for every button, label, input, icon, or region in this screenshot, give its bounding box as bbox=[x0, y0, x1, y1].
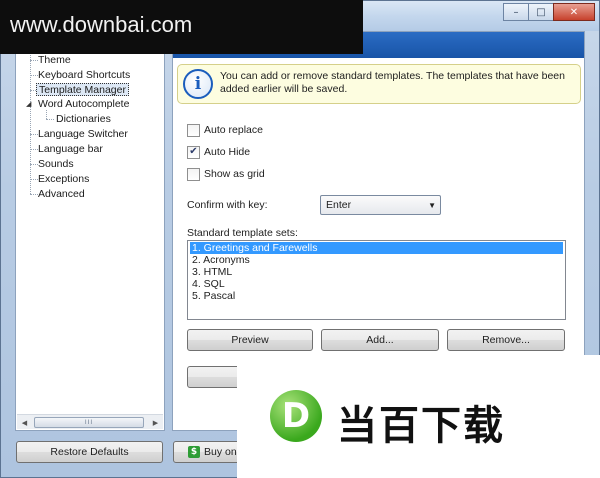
confirm-key-label: Confirm with key: bbox=[187, 199, 268, 211]
tree-connector bbox=[46, 110, 47, 119]
watermark-url: www.downbai.com bbox=[10, 12, 193, 37]
list-item[interactable]: 4. SQL bbox=[190, 278, 563, 290]
confirm-key-select[interactable]: Enter ▼ bbox=[320, 195, 441, 215]
dollar-icon: $ bbox=[188, 446, 200, 458]
info-icon: i bbox=[183, 69, 213, 99]
tree-connector bbox=[46, 119, 54, 120]
tree-item-word-autocomplete[interactable]: Word Autocomplete bbox=[38, 98, 129, 111]
info-box: i You can add or remove standard templat… bbox=[177, 64, 581, 104]
tree-connector bbox=[30, 149, 38, 150]
watermark-logo-area: D 当百下载 bbox=[237, 355, 600, 478]
minimize-button[interactable]: – bbox=[503, 3, 529, 21]
close-button[interactable]: ✕ bbox=[553, 3, 595, 21]
auto-replace-checkbox[interactable] bbox=[187, 123, 200, 137]
tree-item-exceptions[interactable]: Exceptions bbox=[38, 173, 89, 186]
list-item[interactable]: 2. Acronyms bbox=[190, 254, 563, 266]
brand-logo-letter: D bbox=[281, 396, 311, 436]
list-item[interactable]: 3. HTML bbox=[190, 266, 563, 278]
add-button[interactable]: Add... bbox=[321, 329, 439, 351]
show-as-grid-checkbox[interactable] bbox=[187, 167, 200, 181]
tree-connector bbox=[30, 32, 31, 194]
restore-defaults-button[interactable]: Restore Defaults bbox=[16, 441, 163, 463]
auto-replace-option[interactable]: Auto replace bbox=[187, 123, 263, 137]
tree-item-template-manager[interactable]: Template Manager bbox=[36, 83, 129, 96]
tree-connector bbox=[30, 60, 38, 61]
auto-replace-label: Auto replace bbox=[204, 124, 263, 136]
info-text: You can add or remove standard templates… bbox=[220, 70, 565, 95]
tree-horizontal-scrollbar[interactable]: ◀ III ▶ bbox=[17, 414, 163, 429]
tree-item-advanced[interactable]: Advanced bbox=[38, 188, 85, 201]
auto-hide-checkbox[interactable]: ✔ bbox=[187, 145, 200, 159]
preview-button[interactable]: Preview bbox=[187, 329, 313, 351]
show-as-grid-label: Show as grid bbox=[204, 168, 265, 180]
buy-online-label: Buy onli bbox=[204, 446, 242, 458]
tree-item-language-switcher[interactable]: Language Switcher bbox=[38, 128, 128, 141]
tree-item-sounds[interactable]: Sounds bbox=[38, 158, 74, 171]
tree-item-keyboard-shortcuts[interactable]: Keyboard Shortcuts bbox=[38, 69, 130, 82]
auto-hide-option[interactable]: ✔ Auto Hide bbox=[187, 145, 250, 159]
scroll-right-icon[interactable]: ▶ bbox=[148, 415, 163, 430]
tree-item-language-bar[interactable]: Language bar bbox=[38, 143, 103, 156]
list-item[interactable]: 1. Greetings and Farewells bbox=[190, 242, 563, 254]
brand-logo-icon: D bbox=[270, 390, 322, 442]
dropdown-arrow-icon[interactable]: ▼ bbox=[428, 201, 436, 210]
scroll-thumb[interactable]: III bbox=[34, 417, 144, 428]
window-controls: – □ ✕ bbox=[503, 3, 595, 21]
tree-item-dictionaries[interactable]: Dictionaries bbox=[56, 113, 111, 126]
template-sets-list[interactable]: 1. Greetings and Farewells 2. Acronyms 3… bbox=[187, 240, 566, 320]
tree-item-theme[interactable]: Theme bbox=[38, 54, 71, 67]
brand-name: 当百下载 bbox=[337, 403, 505, 449]
tree-connector bbox=[30, 194, 38, 195]
show-as-grid-option[interactable]: Show as grid bbox=[187, 167, 265, 181]
tree-connector bbox=[30, 164, 38, 165]
scroll-left-icon[interactable]: ◀ bbox=[17, 415, 32, 430]
remove-button[interactable]: Remove... bbox=[447, 329, 565, 351]
maximize-button[interactable]: □ bbox=[528, 3, 554, 21]
list-item[interactable]: 5. Pascal bbox=[190, 290, 563, 302]
confirm-key-value: Enter bbox=[326, 199, 352, 211]
template-sets-label: Standard template sets: bbox=[187, 227, 298, 239]
tree-connector bbox=[30, 75, 38, 76]
expand-arrow-icon[interactable]: ◢ bbox=[26, 100, 31, 108]
auto-hide-label: Auto Hide bbox=[204, 146, 251, 158]
watermark-banner: www.downbai.com bbox=[0, 0, 363, 54]
tree-connector bbox=[30, 179, 38, 180]
tree-connector bbox=[30, 134, 38, 135]
settings-tree: Theme Keyboard Shortcuts Template Manage… bbox=[15, 31, 165, 431]
